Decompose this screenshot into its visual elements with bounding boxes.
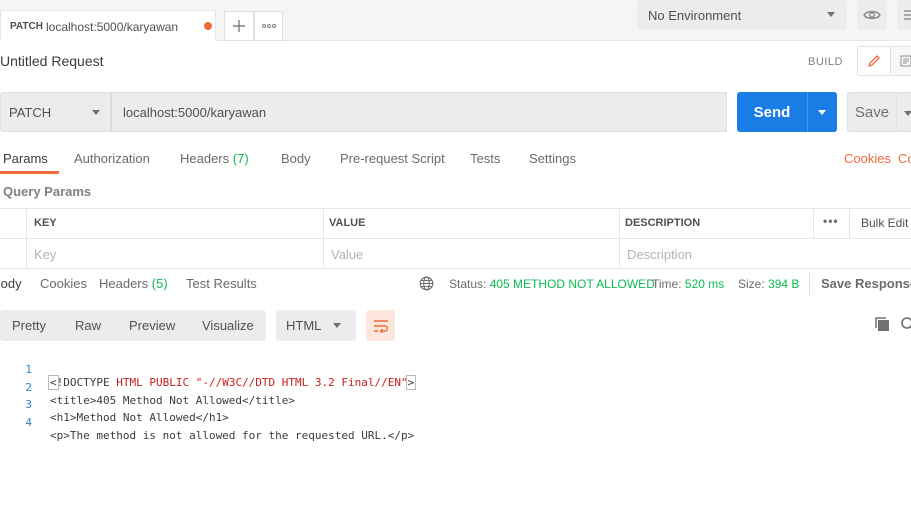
code-line: 3 <h1>Method Not Allowed</h1>: [0, 385, 500, 424]
method-label: PATCH: [9, 105, 52, 120]
search-icon[interactable]: [900, 316, 911, 335]
time-value: 520 ms: [684, 277, 725, 291]
format-visualize[interactable]: Visualize: [202, 318, 254, 333]
url-input[interactable]: localhost:5000/karyawan: [111, 92, 727, 132]
code-line: 1 <!DOCTYPE HTML PUBLIC "-//W3C//DTD HTM…: [0, 350, 500, 390]
table-divider: [849, 208, 850, 238]
chevron-down-icon: [904, 111, 911, 116]
response-status: Status: 405 METHOD NOT ALLOWED: [449, 277, 655, 291]
pencil-icon[interactable]: [857, 46, 891, 76]
globe-icon[interactable]: [419, 276, 434, 294]
response-size: Size: 394 B: [738, 277, 799, 291]
code-line: 4 <p>The method is not allowed for the r…: [0, 403, 500, 442]
tab-settings[interactable]: Settings: [529, 151, 576, 166]
plus-icon[interactable]: [224, 11, 254, 41]
tab-test-results[interactable]: Test Results: [186, 276, 257, 291]
ellipsis-icon[interactable]: [254, 11, 283, 41]
request-title[interactable]: Untitled Request: [0, 53, 104, 69]
environment-select[interactable]: No Environment: [637, 0, 847, 30]
table-divider: [813, 208, 814, 238]
settings-icon[interactable]: [897, 0, 911, 30]
time-label: Time:: [652, 277, 682, 291]
value-input[interactable]: Value: [331, 247, 363, 262]
status-value: 405 METHOD NOT ALLOWED: [489, 277, 655, 291]
tab-pre-request-script[interactable]: Pre-request Script: [340, 151, 445, 166]
request-tab-method: PATCH: [10, 21, 43, 32]
column-header-key: KEY: [34, 217, 57, 229]
format-pretty[interactable]: Pretty: [12, 318, 46, 333]
cookies-link[interactable]: Cookies: [844, 151, 891, 166]
column-header-value: VALUE: [329, 217, 366, 229]
language-select[interactable]: HTML: [276, 310, 356, 341]
status-label: Status:: [449, 277, 487, 291]
tab-authorization[interactable]: Authorization: [74, 151, 150, 166]
unsaved-dot-icon: [204, 22, 212, 30]
tab-response-headers-label: Headers: [99, 276, 149, 291]
language-label: HTML: [286, 318, 322, 333]
documentation-icon[interactable]: [891, 46, 911, 76]
table-border: [0, 268, 911, 269]
chevron-down-icon: [333, 323, 341, 328]
table-border: [0, 208, 911, 209]
column-header-description: DESCRIPTION: [625, 217, 701, 229]
line-number: 4: [25, 416, 32, 429]
divider: [809, 273, 810, 295]
bulk-edit-link[interactable]: Bulk Edit: [861, 216, 908, 230]
chevron-down-icon: [818, 110, 826, 115]
format-raw[interactable]: Raw: [75, 318, 101, 333]
method-select[interactable]: PATCH: [0, 92, 111, 132]
tab-response-body[interactable]: Body: [0, 276, 22, 291]
description-input[interactable]: Description: [627, 247, 692, 262]
tab-response-cookies[interactable]: Cookies: [40, 276, 87, 291]
table-border: [0, 238, 911, 239]
send-button[interactable]: Send: [737, 92, 807, 132]
code-line: 2 <title>405 Method Not Allowed</title>: [0, 368, 500, 407]
tab-headers[interactable]: Headers (7): [180, 151, 249, 166]
request-tab[interactable]: PATCH localhost:5000/karyawan: [0, 10, 216, 41]
active-tab-indicator: [0, 171, 59, 174]
tab-headers-label: Headers: [180, 151, 230, 166]
url-value: localhost:5000/karyawan: [123, 105, 267, 120]
send-options-button[interactable]: [807, 92, 837, 132]
build-label: BUILD: [808, 56, 843, 68]
response-time: Time: 520 ms: [652, 277, 724, 291]
code-link[interactable]: Co: [898, 151, 911, 166]
format-preview[interactable]: Preview: [129, 318, 175, 333]
chevron-down-icon: [827, 12, 835, 17]
wrap-lines-icon[interactable]: [366, 310, 395, 341]
key-input[interactable]: Key: [34, 247, 56, 262]
query-params-label: Query Params: [3, 184, 92, 199]
eye-icon[interactable]: [857, 0, 887, 30]
chevron-down-icon: [92, 110, 100, 115]
tab-response-headers-count: (5): [151, 276, 168, 291]
tab-params[interactable]: Params: [3, 151, 48, 166]
save-button[interactable]: Save: [847, 92, 897, 132]
environment-label: No Environment: [648, 8, 742, 23]
tab-response-headers[interactable]: Headers (5): [99, 276, 168, 291]
tab-headers-count: (7): [232, 151, 249, 166]
size-label: Size:: [738, 277, 765, 291]
table-divider: [26, 208, 27, 268]
table-divider: [323, 208, 324, 268]
ellipsis-icon[interactable]: •••: [823, 214, 839, 228]
table-divider: [619, 208, 620, 268]
save-options-button[interactable]: [897, 92, 911, 132]
code-line-text: <p>The method is not allowed for the req…: [50, 429, 415, 442]
request-tab-url: localhost:5000/karyawan: [46, 20, 179, 34]
copy-icon[interactable]: [874, 316, 890, 335]
tab-body[interactable]: Body: [281, 151, 311, 166]
size-value: 394 B: [768, 277, 800, 291]
tab-tests[interactable]: Tests: [470, 151, 500, 166]
save-response-button[interactable]: Save Response: [821, 276, 911, 291]
